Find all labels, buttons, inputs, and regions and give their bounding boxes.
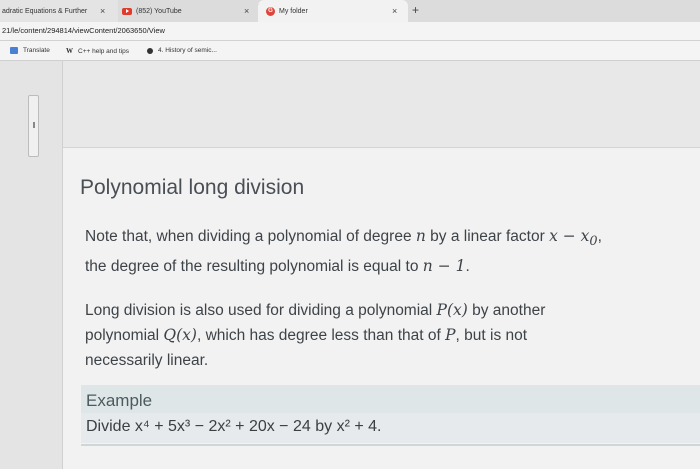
math-divisor: x² + 4 <box>336 418 378 435</box>
bookmark-label: C++ help and tips <box>78 47 129 55</box>
example-header: Example <box>81 385 700 413</box>
text: Long division is also used for dividing … <box>85 302 437 319</box>
lesson-content: Polynomial long division Note that, when… <box>62 148 700 469</box>
bookmark-label: 4. History of semic... <box>158 47 217 54</box>
paragraph-line: Long division is also used for dividing … <box>85 298 545 323</box>
lesson-heading: Polynomial long division <box>80 176 305 199</box>
bookmarks-bar: Translate W C++ help and tips 4. History… <box>0 41 700 61</box>
text: , which has degree less than that of <box>196 327 446 344</box>
text: by a linear factor <box>425 228 550 245</box>
top-panel <box>62 61 700 147</box>
divider <box>81 444 700 446</box>
tab-title: adratic Equations & Further <box>2 7 88 15</box>
tab-title: (852) YouTube <box>136 7 182 15</box>
example-box: Example Divide x⁴ + 5x³ − 2x² + 20x − 24… <box>81 385 700 443</box>
sidebar-toggle-handle[interactable] <box>28 95 39 157</box>
tab-my-folder[interactable]: G My folder × <box>258 0 408 22</box>
wikipedia-icon: W <box>66 47 73 55</box>
math-n-minus-1: n − 1 <box>422 257 466 276</box>
paragraph-line: necessarily linear. <box>85 352 209 369</box>
tab-title: My folder <box>279 7 308 15</box>
tab-bar: adratic Equations & Further × (852) YouT… <box>0 0 700 22</box>
text: polynomial <box>85 327 164 344</box>
example-statement: Divide x⁴ + 5x³ − 2x² + 20x − 24 by x² +… <box>86 418 381 436</box>
text: Divide <box>86 418 135 435</box>
text: Note that, when dividing a polynomial of… <box>85 228 416 245</box>
address-bar[interactable]: 21/le/content/294814/viewContent/2063650… <box>0 22 700 41</box>
text: by another <box>467 302 546 319</box>
url-text[interactable]: 21/le/content/294814/viewContent/2063650… <box>2 26 165 35</box>
math-n: n <box>415 227 426 245</box>
paragraph-line: the degree of the resulting polynomial i… <box>85 254 602 279</box>
bookmark-label: Translate <box>23 47 50 54</box>
text: the degree of the resulting polynomial i… <box>85 258 423 276</box>
text: , <box>597 228 602 245</box>
math-P: P <box>445 326 456 344</box>
new-tab-button[interactable]: + <box>412 3 419 17</box>
translate-icon <box>10 47 18 54</box>
math-subscript: 0 <box>589 234 598 250</box>
page-viewport: Polynomial long division Note that, when… <box>0 61 700 469</box>
math-Q: Q(x) <box>163 326 197 344</box>
tab-youtube[interactable]: (852) YouTube × <box>118 0 258 22</box>
math-linear-factor: x − x <box>549 227 590 245</box>
left-gutter <box>0 61 62 469</box>
text: , but is not <box>455 327 528 344</box>
close-icon[interactable]: × <box>392 6 397 16</box>
example-title: Example <box>86 391 153 410</box>
paragraph-long-division: Long division is also used for dividing … <box>85 298 545 373</box>
paragraph-line: polynomial Q(x), which has degree less t… <box>85 323 545 348</box>
math-dividend: x⁴ + 5x³ − 2x² + 20x − 24 <box>134 418 311 435</box>
close-icon[interactable]: × <box>100 6 105 16</box>
paragraph-line: Note that, when dividing a polynomial of… <box>85 224 602 254</box>
bookmark-history[interactable]: 4. History of semic... <box>147 47 217 54</box>
google-icon: G <box>266 6 275 16</box>
math-P: P(x) <box>436 301 468 319</box>
tab-quadratic-equations[interactable]: adratic Equations & Further × <box>0 0 118 22</box>
text: . <box>465 258 470 276</box>
text: by <box>310 418 337 435</box>
close-icon[interactable]: × <box>244 6 249 16</box>
paragraph-degree-note: Note that, when dividing a polynomial of… <box>85 224 602 279</box>
bookmark-cpp-help[interactable]: W C++ help and tips <box>66 47 129 55</box>
text: . <box>377 418 382 435</box>
youtube-icon <box>122 7 132 15</box>
globe-icon <box>147 47 153 54</box>
bookmark-translate[interactable]: Translate <box>10 47 50 54</box>
